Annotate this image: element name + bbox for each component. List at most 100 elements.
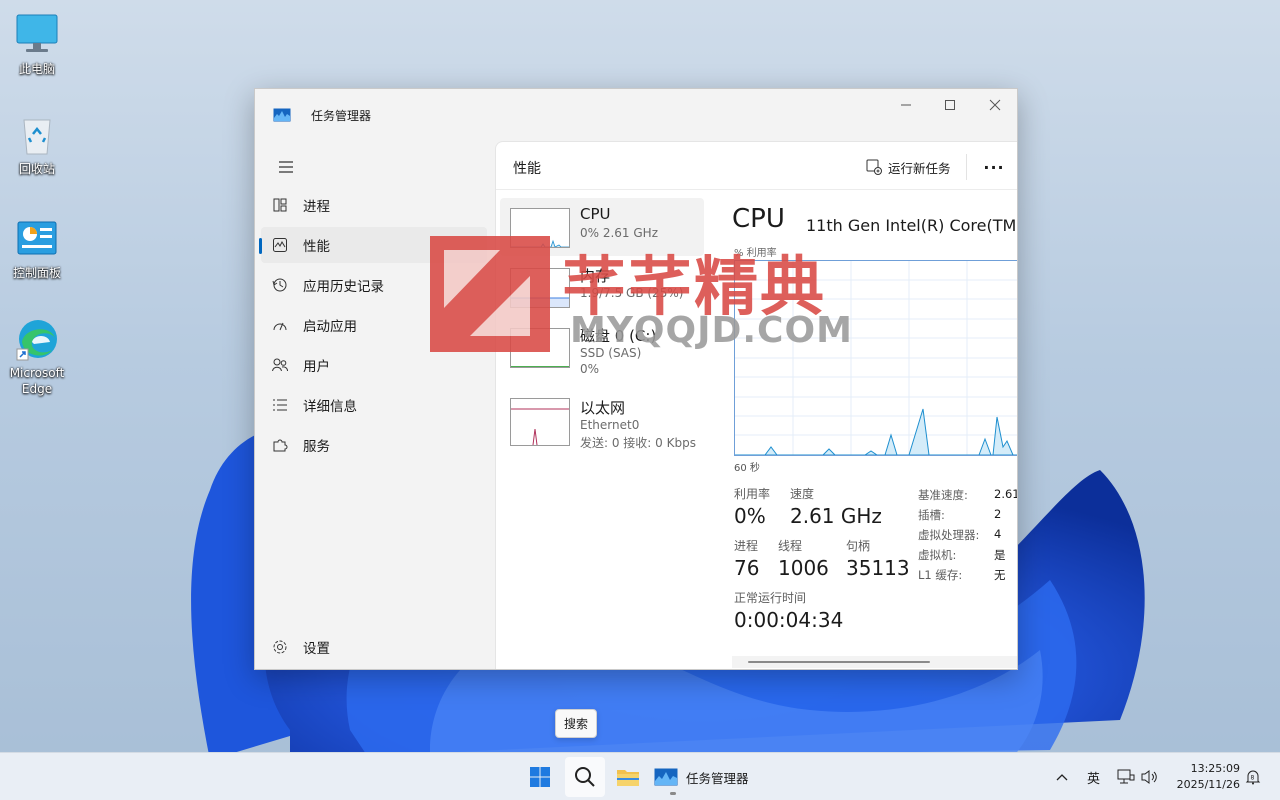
resource-sub: 1.9/7.5 GB (25%) (580, 286, 684, 300)
services-puzzle-icon (271, 436, 289, 454)
users-icon (271, 356, 289, 374)
utilization-axis-label: % 利用率 (734, 248, 777, 259)
start-button[interactable] (520, 757, 560, 797)
cpu-utilization-graph (734, 260, 1017, 456)
ethernet-mini-graph (510, 398, 570, 446)
stat-value-threads: 1006 (778, 556, 829, 580)
scrollbar-thumb[interactable] (748, 661, 930, 663)
windows-logo-icon (530, 767, 550, 787)
prop-label: 虚拟处理器: (918, 528, 980, 542)
performance-icon (271, 236, 289, 254)
resource-sub: 0% (580, 362, 600, 376)
selection-indicator (259, 238, 262, 254)
desktop-icon-control-panel[interactable]: 控制面板 (4, 216, 70, 281)
graph-time-axis-label: 60 秒 (734, 463, 760, 474)
history-icon (271, 276, 289, 294)
toolbar-separator (966, 154, 967, 180)
nav-label: 启动应用 (303, 319, 357, 335)
close-button[interactable] (972, 89, 1017, 121)
task-manager-app-icon (273, 107, 291, 126)
control-panel-icon (14, 216, 60, 262)
maximize-button[interactable] (927, 89, 973, 121)
nav-item-users[interactable]: 用户 (261, 347, 487, 383)
input-method-indicator[interactable]: 英 (1087, 753, 1100, 800)
clock[interactable]: 13:25:09 2025/11/26 (1166, 761, 1240, 793)
notification-button[interactable]: 8 (1245, 753, 1261, 800)
search-tooltip: 搜索 (555, 709, 598, 738)
nav-item-services[interactable]: 服务 (261, 427, 487, 463)
monitor-icon (14, 12, 60, 58)
detail-title: CPU (732, 204, 785, 234)
nav-item-settings[interactable]: 设置 (261, 629, 487, 665)
nav-label: 设置 (303, 641, 330, 657)
minimize-button[interactable] (883, 89, 929, 121)
cpu-model: 11th Gen Intel(R) Core(TM) i (806, 216, 1018, 235)
resource-item-memory[interactable]: 内存 1.9/7.5 GB (25%) (500, 258, 704, 316)
resource-sub: Ethernet0 (580, 418, 640, 432)
hamburger-icon (279, 161, 293, 173)
nav-item-startup-apps[interactable]: 启动应用 (261, 307, 487, 343)
horizontal-scrollbar[interactable] (732, 656, 1017, 668)
nav-item-processes[interactable]: 进程 (261, 187, 487, 223)
taskbar-app-task-manager[interactable]: 任务管理器 (654, 757, 749, 797)
resource-name: 内存 (580, 267, 611, 285)
prop-label: 虚拟机: (918, 548, 957, 562)
folder-icon (617, 770, 639, 786)
stat-value-uptime: 0:00:04:34 (734, 608, 844, 632)
stat-label-threads: 线程 (778, 539, 803, 553)
prop-label: L1 缓存: (918, 568, 963, 582)
disk-mini-graph (510, 328, 570, 368)
prop-label: 基准速度: (918, 488, 968, 502)
run-task-icon (866, 159, 882, 175)
desktop-icon-label: Microsoft Edge (9, 366, 65, 396)
nav-label: 详细信息 (303, 399, 357, 415)
resource-item-cpu[interactable]: CPU 0% 2.61 GHz (500, 198, 704, 256)
nav-item-performance[interactable]: 性能 (259, 227, 487, 263)
nav-label: 用户 (303, 359, 330, 375)
memory-mini-graph (510, 268, 570, 308)
resource-name: 磁盘 0 (C:) (580, 327, 657, 345)
cpu-mini-graph (510, 208, 570, 248)
prop-value: 无 (994, 568, 1006, 582)
file-explorer-button[interactable] (608, 757, 648, 797)
hamburger-menu-button[interactable] (269, 153, 303, 181)
window-title: 任务管理器 (311, 109, 372, 123)
prop-label: 插槽: (918, 508, 945, 522)
desktop-icon-recycle-bin[interactable]: 回收站 (4, 112, 70, 177)
desktop-icon-edge[interactable]: Microsoft Edge (4, 316, 70, 397)
volume-button[interactable] (1141, 753, 1159, 800)
running-indicator (670, 792, 676, 795)
search-icon (575, 767, 595, 787)
network-button[interactable] (1117, 753, 1135, 800)
prop-value: 是 (994, 548, 1006, 562)
clock-date: 2025/11/26 (1176, 778, 1240, 791)
nav-item-details[interactable]: 详细信息 (261, 387, 487, 423)
stat-label-uptime: 正常运行时间 (734, 591, 807, 605)
desktop-icon-this-pc[interactable]: 此电脑 (4, 12, 70, 77)
page-title: 性能 (513, 161, 541, 177)
prop-value: 2 (994, 507, 1002, 521)
svg-text:8: 8 (1251, 775, 1255, 782)
prop-value: 2.61 (994, 487, 1018, 501)
desktop-icon-label: 此电脑 (18, 62, 55, 76)
notification-bell-icon: 8 (1245, 770, 1261, 785)
resource-item-disk[interactable]: 磁盘 0 (C:) SSD (SAS) 0% (500, 318, 704, 376)
run-new-task-button[interactable]: 运行新任务 (866, 154, 951, 180)
navigation-pane: 进程 性能 应用历史记录 启动应用 用户 详细信息 服务 设置 (255, 141, 495, 669)
stat-value-speed: 2.61 GHz (790, 504, 882, 528)
clock-time: 13:25:09 (1190, 762, 1240, 775)
gear-icon (271, 638, 289, 656)
resource-item-ethernet[interactable]: 以太网 Ethernet0 发送: 0 接收: 0 Kbps (500, 390, 704, 450)
nav-item-app-history[interactable]: 应用历史记录 (261, 267, 487, 303)
nav-label: 进程 (303, 199, 330, 215)
resource-sub: 发送: 0 接收: 0 Kbps (580, 436, 696, 450)
resource-sub: 0% 2.61 GHz (580, 226, 659, 240)
stat-label-processes: 进程 (734, 539, 759, 553)
title-bar[interactable]: 任务管理器 (255, 89, 1017, 141)
stat-label-handles: 句柄 (846, 539, 871, 553)
stat-label-speed: 速度 (790, 487, 815, 501)
resource-name: CPU (580, 205, 611, 223)
more-options-button[interactable]: ··· (980, 154, 1008, 180)
show-hidden-icons-button[interactable] (1056, 753, 1068, 800)
search-button[interactable] (565, 757, 605, 797)
